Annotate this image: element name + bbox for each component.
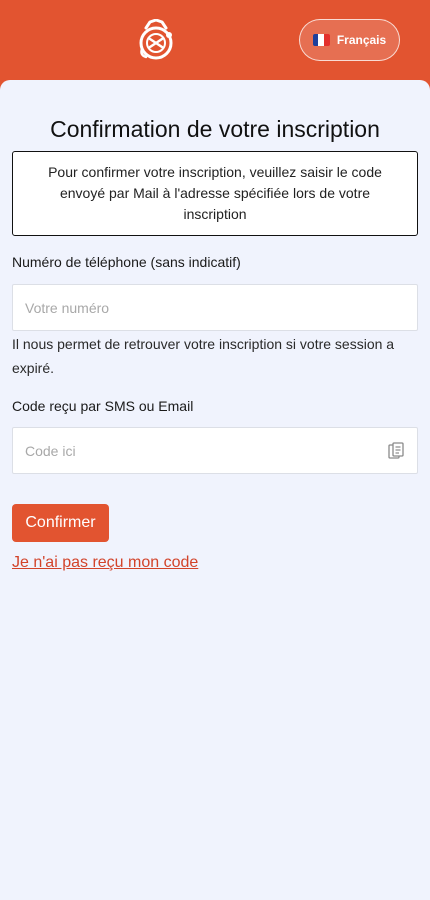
top-header: Français: [0, 0, 430, 90]
phone-label: Numéro de téléphone (sans indicatif): [12, 254, 241, 270]
main-card: Confirmation de votre inscription Pour c…: [0, 80, 430, 900]
language-label: Français: [336, 33, 387, 47]
brand-logo[interactable]: [136, 19, 176, 61]
phone-help-text: Il nous permet de retrouver votre inscri…: [12, 336, 395, 376]
code-label: Code reçu par SMS ou Email: [12, 398, 194, 414]
page-title: Confirmation de votre inscription: [50, 116, 380, 142]
confirm-button[interactable]: Confirmer: [12, 504, 109, 542]
phone-field-wrapper: [12, 284, 418, 331]
french-flag-icon: [312, 34, 330, 46]
phone-input[interactable]: [13, 285, 417, 330]
resend-code-link[interactable]: Je n'ai pas reçu mon code: [12, 554, 198, 572]
code-field-wrapper: [12, 427, 418, 474]
info-text: Pour confirmer votre inscription, veuill…: [48, 164, 382, 222]
paste-icon[interactable]: [388, 442, 404, 460]
info-message: Pour confirmer votre inscription, veuill…: [12, 151, 418, 236]
code-input[interactable]: [13, 428, 417, 473]
language-selector[interactable]: Français: [299, 19, 400, 61]
